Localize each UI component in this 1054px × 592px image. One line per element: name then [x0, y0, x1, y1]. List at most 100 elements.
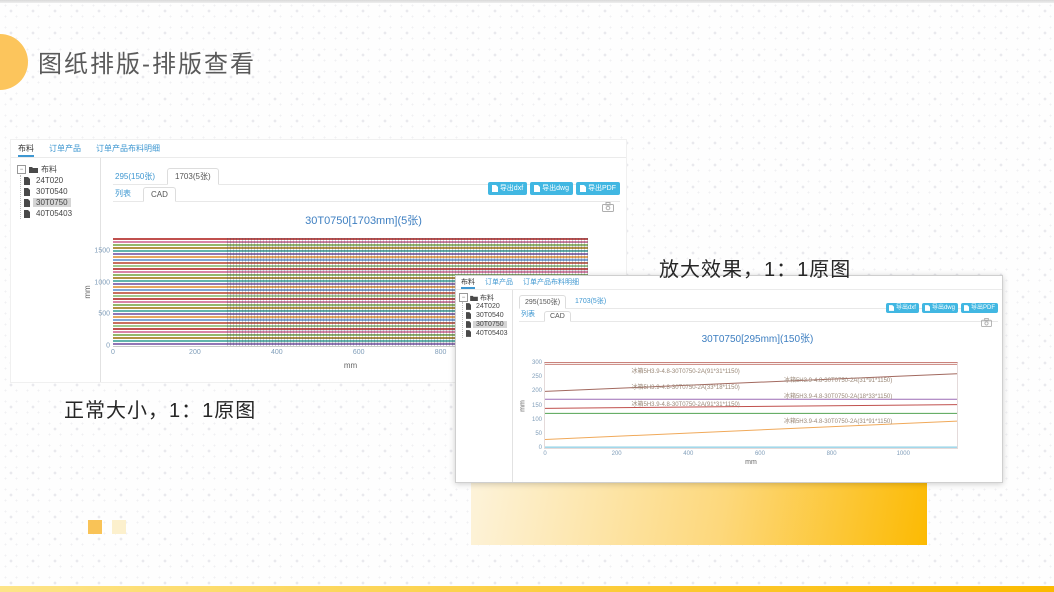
x-axis-tick: 400: [271, 349, 283, 356]
layout-chart-zoomed: 050100150200250300 02004006008001000 mm …: [544, 362, 958, 449]
material-tree: − 布料 24T020 30T0540 30T0750 40T05403: [456, 290, 513, 482]
file-icon: [466, 330, 471, 337]
strip-boundary-lines: [545, 363, 957, 448]
tree-root-material[interactable]: − 布料: [459, 293, 512, 302]
y-axis-tick: 500: [98, 311, 110, 318]
file-icon: [24, 177, 30, 185]
accent-square-light: [112, 520, 126, 534]
file-icon: [466, 303, 471, 310]
nav-tab-order-product-material-detail[interactable]: 订单产品布料明细: [96, 140, 160, 157]
tree-children: 24T020 30T0540 30T0750 40T05403: [20, 175, 100, 219]
x-axis-tick: 800: [435, 349, 447, 356]
file-export-icon: [534, 185, 540, 192]
top-nav: 布料 订单产品 订单产品布料明细: [11, 140, 626, 158]
yellow-gradient-bar: [471, 479, 927, 545]
tree-item[interactable]: 30T0540: [33, 187, 71, 196]
folder-icon: [29, 166, 38, 173]
export-dwg-button[interactable]: 导出dwg: [922, 303, 958, 313]
save-image-camera-icon[interactable]: [981, 318, 992, 327]
tab-list[interactable]: 列表: [113, 186, 133, 201]
y-axis-tick: 50: [535, 431, 542, 437]
file-icon: [466, 312, 471, 319]
bottom-accent-strip: [0, 586, 1054, 592]
tree-item-selected[interactable]: 30T0750: [473, 321, 507, 328]
strip-part-label: 冰箱5H3.9-4.8-30T0750-2A(33*18*1150): [632, 385, 740, 391]
x-axis-tick: 200: [189, 349, 201, 356]
y-axis-tick: 1500: [94, 247, 110, 254]
x-axis-tick: 1000: [897, 451, 910, 457]
x-axis-tick: 600: [353, 349, 365, 356]
x-axis-tick: 400: [683, 451, 693, 457]
strip-part-label: 冰箱5H3.9-4.8-30T0750-2A(91*31*1150): [632, 369, 740, 375]
x-axis-ticks: 02004006008001000: [545, 448, 957, 458]
nav-tab-order-product[interactable]: 订单产品: [485, 276, 513, 289]
tree-item[interactable]: 24T020: [473, 303, 503, 310]
tree-item[interactable]: 40T05403: [33, 209, 75, 218]
tab-cad-active[interactable]: CAD: [143, 187, 176, 202]
file-export-icon: [580, 185, 586, 192]
main-panel: 295(150张) 1703(5张) 列表 CAD 导出dxf 导出dwg 导出…: [513, 290, 1002, 482]
presentation-slide: 图纸排版-排版查看 布料 订单产品 订单产品布料明细 − 布料 24T020 3…: [0, 0, 1054, 592]
y-axis-tick: 300: [532, 360, 542, 366]
file-icon: [24, 199, 30, 207]
tree-item-selected[interactable]: 30T0750: [33, 198, 71, 207]
x-axis-tick: 800: [827, 451, 837, 457]
app-screenshot-zoomed: 布料 订单产品 订单产品布料明细 − 布料 24T020 30T0540 30T…: [455, 275, 1003, 483]
y-axis-tick: 150: [532, 403, 542, 409]
tab-295[interactable]: 295(150张): [113, 169, 157, 184]
nav-tab-order-product[interactable]: 订单产品: [49, 140, 81, 157]
top-divider: [0, 0, 1054, 3]
save-image-camera-icon[interactable]: [602, 202, 614, 212]
file-icon: [466, 321, 471, 328]
caption-zoom-effect: 放大效果，1：1原图: [659, 253, 851, 282]
export-dxf-button[interactable]: 导出dxf: [488, 182, 527, 195]
accent-circle: [0, 34, 28, 90]
tab-list[interactable]: 列表: [519, 307, 537, 321]
y-axis-tick: 0: [106, 343, 110, 350]
export-pdf-button[interactable]: 导出PDF: [576, 182, 620, 195]
export-bar: 导出dxf 导出dwg 导出PDF: [886, 303, 998, 313]
y-axis-label: mm: [83, 285, 92, 298]
accent-square-dark: [88, 520, 102, 534]
y-axis-label: mm: [519, 400, 526, 412]
nav-tab-order-product-material-detail[interactable]: 订单产品布料明细: [523, 276, 579, 289]
tab-1703-active[interactable]: 1703(5张): [167, 168, 219, 185]
export-pdf-button[interactable]: 导出PDF: [961, 303, 998, 313]
tree-root-label: 布料: [41, 164, 57, 175]
tree-root-label: 布料: [480, 293, 494, 303]
file-export-icon: [964, 305, 969, 311]
folder-icon: [470, 295, 478, 301]
strip-part-label: 冰箱5H3.9-4.8-30T0750-2A(31*91*1150): [784, 419, 892, 425]
y-axis-tick: 250: [532, 374, 542, 380]
x-axis-tick: 600: [755, 451, 765, 457]
file-icon: [24, 210, 30, 218]
export-bar: 导出dxf 导出dwg 导出PDF: [488, 182, 620, 195]
chart-title-normal: 30T0750[1703mm](5张): [101, 212, 626, 228]
y-axis-tick: 200: [532, 388, 542, 394]
strip-part-label: 冰箱5H3.9-4.8-30T0750-2A(31*91*1150): [784, 378, 892, 384]
tree-item[interactable]: 40T05403: [473, 330, 511, 337]
chart-title-zoomed: 30T0750[295mm](150张): [513, 330, 1002, 345]
x-axis-tick: 0: [111, 349, 115, 356]
export-dxf-button[interactable]: 导出dxf: [886, 303, 919, 313]
x-axis-tick: 200: [612, 451, 622, 457]
export-dwg-button[interactable]: 导出dwg: [530, 182, 573, 195]
tab-1703[interactable]: 1703(5张): [573, 294, 608, 308]
strip-part-label: 冰箱5H3.9-4.8-30T0750-2A(18*33*1150): [784, 394, 892, 400]
nav-tab-material[interactable]: 布料: [461, 276, 475, 289]
page-title: 图纸排版-排版查看: [38, 44, 256, 79]
material-tree: − 布料 24T020 30T0540 30T0750 40T05403: [11, 158, 101, 382]
collapse-icon[interactable]: −: [459, 293, 468, 302]
tree-item[interactable]: 30T0540: [473, 312, 507, 319]
file-export-icon: [889, 305, 894, 311]
tree-root-material[interactable]: − 布料: [17, 164, 100, 175]
tab-cad-active[interactable]: CAD: [544, 311, 571, 322]
strip-part-label: 冰箱5H3.9-4.8-30T0750-2A(91*31*1150): [632, 402, 740, 408]
collapse-icon[interactable]: −: [17, 165, 26, 174]
tree-item[interactable]: 24T020: [33, 176, 66, 185]
tree-children: 24T020 30T0540 30T0750 40T05403: [462, 302, 512, 338]
nav-tab-material[interactable]: 布料: [18, 140, 34, 157]
file-export-icon: [925, 305, 930, 311]
file-icon: [24, 188, 30, 196]
y-axis-tick: 0: [539, 445, 542, 451]
